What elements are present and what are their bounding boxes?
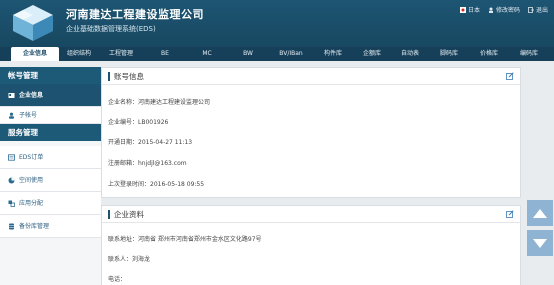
sidebar-item-app-allocation[interactable]: 应用分配 [0, 192, 101, 215]
nav-item-auto-table[interactable]: 自动表 [391, 47, 429, 61]
user-icon [9, 112, 14, 119]
sidebar-item-backup-mgmt[interactable]: 备份库管理 [0, 215, 101, 238]
logo-cube-icon [13, 5, 53, 41]
sidebar: 帐号管理 企业信息 子帐号 服务管理 EDS订单 空间使用 应用分配 备份库管理 [0, 67, 101, 285]
system-subtitle: 企业基础数据管理系统(EDS) [66, 25, 156, 33]
main-nav: 企业信息 组织结构 工程管理 BE MC BW BV/IBan 构件库 企额库 … [0, 47, 554, 61]
share-icon [8, 200, 15, 207]
field-contact: 联系人：刘海龙 [108, 256, 151, 263]
app-header: 河南建达工程建设监理公司 企业基础数据管理系统(EDS) 日本 修改密码 退出 [0, 0, 554, 47]
nav-item-mc[interactable]: MC [187, 47, 227, 61]
field-address: 联系地址：河南省 郑州市河南省郑州市金水区文化路97号 [108, 236, 262, 243]
sidebar-item-sub-account[interactable]: 子帐号 [0, 107, 101, 124]
edit-icon[interactable] [506, 210, 514, 218]
nav-item-quota-lib[interactable]: 企额库 [353, 47, 391, 61]
logout-link[interactable]: 退出 [528, 5, 548, 14]
sidebar-item-eds-order[interactable]: EDS订单 [0, 146, 101, 169]
database-icon [9, 223, 14, 229]
nav-item-code-lib[interactable]: 编码库 [509, 47, 549, 61]
field-last-login: 上次登录时间：2016-05-18 09:55 [108, 181, 205, 188]
nav-item-bw[interactable]: BW [227, 47, 269, 61]
panel-title-account: 账号信息 [108, 71, 144, 81]
language-link[interactable]: 日本 [459, 5, 480, 14]
logout-icon [528, 6, 534, 13]
sidebar-item-space-usage[interactable]: 空间使用 [0, 169, 101, 192]
id-card-icon [8, 92, 15, 98]
sidebar-section-service: 服务管理 [0, 124, 101, 141]
user-links: 日本 修改密码 退出 [459, 5, 548, 14]
edit-icon[interactable] [506, 72, 514, 80]
flag-icon [459, 6, 466, 13]
nav-item-org-structure[interactable]: 组织结构 [59, 47, 99, 61]
nav-item-script-lib[interactable]: 脚码库 [429, 47, 469, 61]
panel-title-company: 企业资料 [108, 209, 144, 219]
field-company-name: 企业名称：河南建达工程建设监理公司 [108, 99, 211, 106]
sidebar-item-company-info[interactable]: 企业信息 [0, 84, 101, 107]
nav-item-price-lib[interactable]: 价格库 [469, 47, 509, 61]
change-password-link[interactable]: 修改密码 [488, 5, 520, 14]
arrow-down-icon [533, 238, 547, 248]
nav-item-project-mgmt[interactable]: 工程管理 [99, 47, 143, 61]
person-icon [488, 7, 493, 13]
nav-item-company-info[interactable]: 企业信息 [11, 47, 59, 61]
company-title: 河南建达工程建设监理公司 [66, 8, 204, 21]
field-email: 注册邮箱：hnjdjl@163.com [108, 160, 187, 167]
sidebar-section-account: 帐号管理 [0, 67, 101, 84]
field-company-code: 企业编号：LB001926 [108, 119, 169, 126]
pie-icon [8, 177, 15, 183]
nav-item-component-lib[interactable]: 构件库 [313, 47, 353, 61]
field-open-date: 开通日期：2015-04-27 11:13 [108, 139, 193, 146]
scroll-down-button[interactable] [527, 230, 553, 256]
field-phone: 电话： [108, 276, 127, 283]
arrow-up-icon [533, 208, 547, 218]
company-profile-panel: 企业资料 联系地址：河南省 郑州市河南省郑州市金水区文化路97号 联系人：刘海龙… [101, 205, 521, 285]
nav-item-bv-iban[interactable]: BV/IBan [269, 47, 313, 61]
nav-item-be[interactable]: BE [143, 47, 187, 61]
list-icon [8, 153, 15, 161]
account-info-panel: 账号信息 企业名称：河南建达工程建设监理公司 企业编号：LB001926 开通日… [101, 67, 521, 198]
scroll-up-button[interactable] [527, 200, 553, 226]
